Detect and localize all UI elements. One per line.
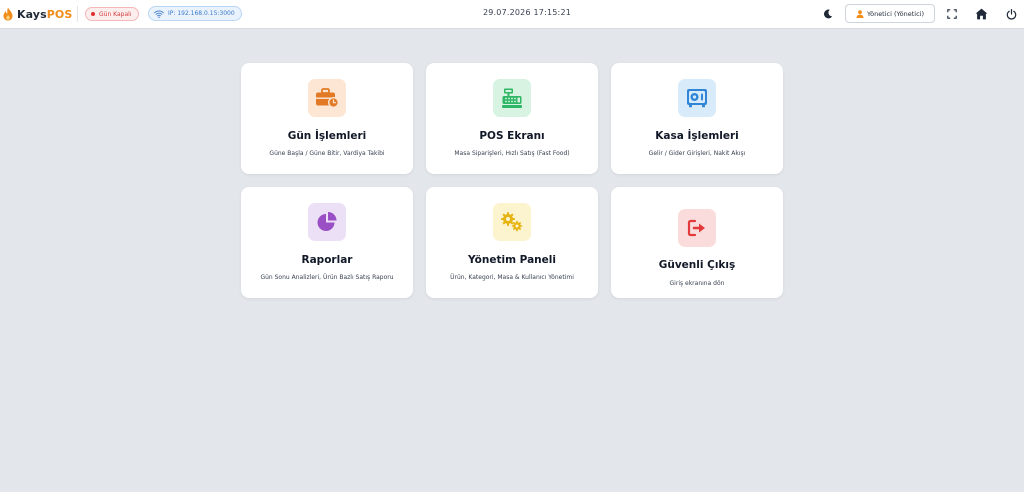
moon-icon	[824, 9, 833, 19]
card-description: Ürün, Kategori, Masa & Kullanıcı Yönetim…	[450, 274, 574, 281]
card-day-operations[interactable]: Gün İşlemleri Güne Başla / Güne Bitir, V…	[241, 63, 413, 174]
card-pos-screen[interactable]: POS Ekranı Masa Siparişleri, Hızlı Satış…	[426, 63, 598, 174]
home-button[interactable]	[974, 7, 988, 21]
flame-icon	[3, 7, 13, 21]
card-title: Raporlar	[301, 254, 353, 266]
safe-icon	[687, 89, 707, 108]
status-dot-icon	[91, 12, 95, 16]
wifi-icon	[154, 10, 164, 18]
card-icon-box	[308, 79, 346, 117]
logout-icon	[687, 219, 705, 237]
home-icon	[975, 8, 987, 20]
card-icon-box	[678, 209, 716, 247]
card-icon-box	[308, 203, 346, 241]
card-secure-logout[interactable]: Güvenli Çıkış Giriş ekranına dön	[611, 187, 783, 298]
day-status-badge: Gün Kapalı	[85, 7, 139, 21]
user-menu-button[interactable]: Yönetici (Yönetici)	[845, 4, 935, 23]
gears-icon	[501, 212, 523, 232]
card-title: Yönetim Paneli	[468, 254, 556, 266]
fullscreen-button[interactable]	[945, 7, 959, 21]
brand-logo[interactable]: KaysPOS	[2, 6, 72, 22]
card-title: Güvenli Çıkış	[658, 259, 736, 271]
day-status-text: Gün Kapalı	[99, 10, 132, 18]
ip-badge: IP: 192.168.0.15:3000	[148, 6, 242, 21]
card-title: Kasa İşlemleri	[655, 130, 739, 142]
brand-divider	[77, 6, 78, 22]
theme-toggle-button[interactable]	[821, 7, 835, 21]
card-cash-operations[interactable]: Kasa İşlemleri Gelir / Gider Girişleri, …	[611, 63, 783, 174]
power-button[interactable]	[1004, 7, 1018, 21]
card-description: Gün Sonu Analizleri, Ürün Bazlı Satış Ra…	[260, 274, 394, 281]
card-icon-box	[493, 203, 531, 241]
pie-chart-icon	[317, 212, 337, 231]
user-icon	[856, 9, 864, 18]
card-title: Gün İşlemleri	[287, 130, 367, 142]
card-icon-box	[678, 79, 716, 117]
top-bar: KaysPOS Gün Kapalı IP: 192.168.0.15:3000…	[0, 0, 1024, 29]
card-description: Giriş ekranına dön	[669, 280, 725, 287]
brand-name-dark: Kays	[17, 7, 47, 21]
briefcase-clock-icon	[316, 88, 339, 108]
card-description: Gelir / Gider Girişleri, Nakit Akışı	[648, 150, 746, 157]
power-icon	[1006, 8, 1016, 20]
user-label: Yönetici (Yönetici)	[866, 9, 924, 18]
card-reports[interactable]: Raporlar Gün Sonu Analizleri, Ürün Bazlı…	[241, 187, 413, 298]
ip-address: IP: 192.168.0.15:3000	[168, 10, 235, 17]
clock-datetime: 29.07.2026 17:15:21	[482, 8, 572, 17]
cash-register-icon	[502, 88, 522, 108]
card-description: Masa Siparişleri, Hızlı Satış (Fast Food…	[454, 150, 570, 157]
card-icon-box	[493, 79, 531, 117]
brand-name: KaysPOS	[17, 8, 72, 21]
fullscreen-icon	[947, 9, 957, 19]
brand-name-accent: POS	[46, 7, 73, 21]
card-title: POS Ekranı	[479, 130, 545, 142]
card-description: Güne Başla / Güne Bitir, Vardiya Takibi	[269, 150, 385, 157]
card-management-panel[interactable]: Yönetim Paneli Ürün, Kategori, Masa & Ku…	[426, 187, 598, 298]
